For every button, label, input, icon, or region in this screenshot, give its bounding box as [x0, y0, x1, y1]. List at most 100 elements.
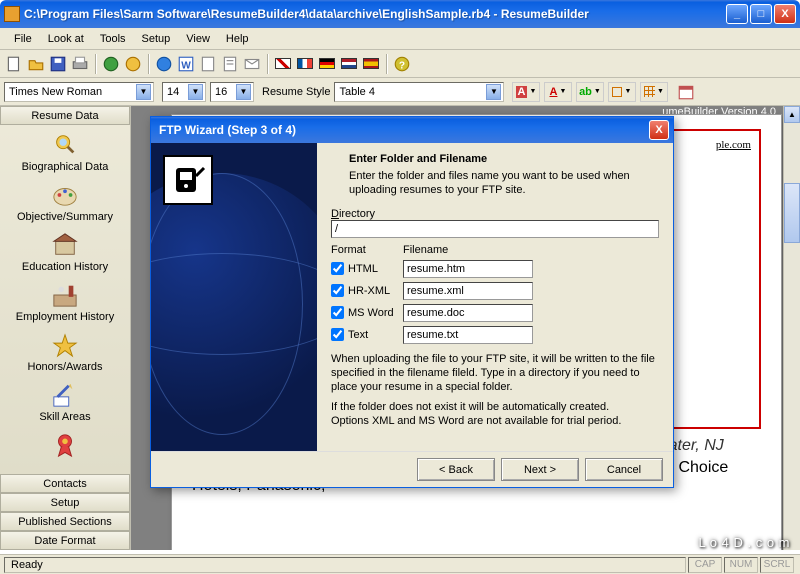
flag-nl-icon[interactable]	[339, 54, 359, 74]
sidebar-item-employment[interactable]: Employment History	[0, 279, 130, 329]
sidebar-item-label: Honors/Awards	[0, 361, 130, 373]
next-button[interactable]: Next >	[501, 458, 579, 481]
sidebar-footer-contacts[interactable]: Contacts	[0, 474, 130, 493]
filename-html-input[interactable]	[403, 260, 533, 278]
font-size2-combo[interactable]: 16 ▼	[210, 82, 254, 102]
new-icon[interactable]	[4, 54, 24, 74]
person-search-icon	[49, 131, 81, 159]
close-button[interactable]: X	[774, 4, 796, 24]
menu-help[interactable]: Help	[218, 31, 257, 47]
calendar-icon[interactable]	[676, 82, 696, 102]
menu-view[interactable]: View	[178, 31, 218, 47]
cancel-button[interactable]: Cancel	[585, 458, 663, 481]
watermark: L o 4 D . c o m	[698, 535, 790, 550]
ribbon-icon	[49, 431, 81, 459]
filename-msword-input[interactable]	[403, 304, 533, 322]
highlight-button[interactable]: ab▼	[576, 82, 604, 102]
dialog-heading: Enter Folder and Filename	[331, 153, 659, 165]
menu-setup[interactable]: Setup	[134, 31, 179, 47]
svg-text:?: ?	[399, 60, 405, 71]
flag-de-icon[interactable]	[317, 54, 337, 74]
mail-icon[interactable]	[242, 54, 262, 74]
format-html-label: HTML	[348, 263, 378, 275]
toolbar-main: W ?	[0, 50, 800, 78]
help-icon[interactable]: ?	[392, 54, 412, 74]
flag-uk-icon[interactable]	[273, 54, 293, 74]
font-family-value: Times New Roman	[9, 86, 102, 98]
directory-label: Directory	[331, 208, 403, 220]
filename-text-input[interactable]	[403, 326, 533, 344]
menubar: File Look at Tools Setup View Help	[0, 28, 800, 50]
star-icon	[49, 331, 81, 359]
flag-es-icon[interactable]	[361, 54, 381, 74]
format-msword-checkbox[interactable]	[331, 306, 344, 319]
sidebar-item-biographical[interactable]: Biographical Data	[0, 129, 130, 179]
scroll-up-icon[interactable]: ▲	[784, 106, 800, 123]
doc-link[interactable]: ple.com	[716, 139, 751, 151]
vertical-scrollbar[interactable]: ▲ ▼	[783, 106, 800, 550]
print-icon[interactable]	[70, 54, 90, 74]
app-icon	[4, 6, 20, 22]
back-button[interactable]: < Back	[417, 458, 495, 481]
globe-icon[interactable]	[101, 54, 121, 74]
ftp-wizard-dialog: FTP Wizard (Step 3 of 4) X Enter Folder …	[150, 116, 674, 488]
dialog-note-1: When uploading the file to your FTP site…	[331, 352, 659, 395]
menu-file[interactable]: File	[6, 31, 40, 47]
maximize-button[interactable]: □	[750, 4, 772, 24]
format-msword-label: MS Word	[348, 307, 394, 319]
resume-style-combo[interactable]: Table 4 ▼	[334, 82, 504, 102]
building-icon	[49, 231, 81, 259]
format-hrxml-checkbox[interactable]	[331, 284, 344, 297]
sidebar-item-education[interactable]: Education History	[0, 229, 130, 279]
size2-value: 16	[215, 86, 227, 98]
status-cap: CAP	[688, 557, 722, 573]
scroll-thumb[interactable]	[784, 183, 800, 243]
word-icon[interactable]: W	[176, 54, 196, 74]
sidebar-item-honors[interactable]: Honors/Awards	[0, 329, 130, 379]
menu-lookat[interactable]: Look at	[40, 31, 92, 47]
window-titlebar: C:\Program Files\Sarm Software\ResumeBui…	[0, 0, 800, 28]
sidebar-item-label: Education History	[0, 261, 130, 273]
style-value: Table 4	[339, 86, 374, 98]
fill-color-button[interactable]: A▼	[512, 82, 540, 102]
grid-button[interactable]: ▼	[640, 82, 668, 102]
menu-tools[interactable]: Tools	[92, 31, 134, 47]
format-text-label: Text	[348, 329, 368, 341]
font-color-button[interactable]: A▼	[544, 82, 572, 102]
page-icon[interactable]	[198, 54, 218, 74]
sidebar-footer-setup[interactable]: Setup	[0, 493, 130, 512]
font-size1-combo[interactable]: 14 ▼	[162, 82, 206, 102]
filename-hrxml-input[interactable]	[403, 282, 533, 300]
minimize-button[interactable]: _	[726, 4, 748, 24]
dialog-description: Enter the folder and files name you want…	[331, 169, 659, 198]
format-html-checkbox[interactable]	[331, 262, 344, 275]
format-text-checkbox[interactable]	[331, 328, 344, 341]
sidebar: Resume Data Biographical Data Objective/…	[0, 106, 131, 550]
resume-style-label: Resume Style	[262, 86, 330, 98]
border-color-button[interactable]: ▼	[608, 82, 636, 102]
sidebar-item-objective[interactable]: Objective/Summary	[0, 179, 130, 229]
browser-icon[interactable]	[154, 54, 174, 74]
sidebar-item-label: Employment History	[0, 311, 130, 323]
format-header: Format	[331, 244, 403, 256]
web-icon[interactable]	[123, 54, 143, 74]
flag-fr-icon[interactable]	[295, 54, 315, 74]
sidebar-item-ribbon[interactable]	[0, 429, 130, 467]
size1-value: 14	[167, 86, 179, 98]
factory-icon	[49, 281, 81, 309]
directory-input[interactable]	[331, 220, 659, 238]
sidebar-footer-dateformat[interactable]: Date Format	[0, 531, 130, 550]
text-icon[interactable]	[220, 54, 240, 74]
sidebar-item-skill[interactable]: Skill Areas	[0, 379, 130, 429]
chevron-down-icon: ▼	[236, 84, 251, 100]
save-icon[interactable]	[48, 54, 68, 74]
device-icon	[163, 155, 213, 205]
sidebar-footer-published[interactable]: Published Sections	[0, 512, 130, 531]
dialog-close-button[interactable]: X	[649, 120, 669, 140]
sidebar-item-label: Biographical Data	[0, 161, 130, 173]
font-family-combo[interactable]: Times New Roman ▼	[4, 82, 154, 102]
open-icon[interactable]	[26, 54, 46, 74]
chevron-down-icon: ▼	[136, 84, 151, 100]
status-bar: Ready CAP NUM SCRL	[0, 554, 800, 574]
sidebar-header-resume-data[interactable]: Resume Data	[0, 106, 130, 125]
